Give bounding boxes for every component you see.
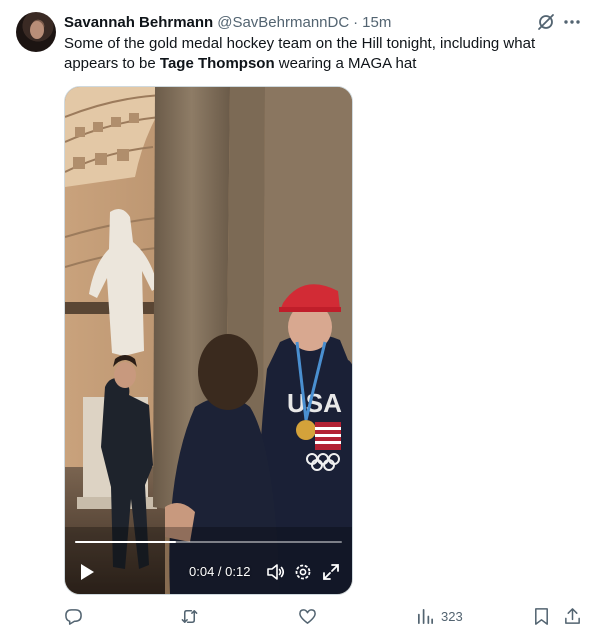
tweet-action-bar: 323 bbox=[0, 604, 598, 630]
avatar-face bbox=[30, 21, 44, 39]
video-time-readout: 0:04 / 0:12 bbox=[189, 564, 251, 579]
views-count: 323 bbox=[441, 608, 463, 624]
separator-dot: · bbox=[353, 13, 359, 31]
retweet-icon bbox=[181, 609, 198, 623]
retweet-button[interactable] bbox=[180, 604, 199, 628]
tweet-timestamp[interactable]: 15m bbox=[362, 14, 391, 31]
grok-icon[interactable] bbox=[536, 12, 556, 32]
bookmark-button[interactable] bbox=[532, 604, 551, 628]
like-button[interactable] bbox=[298, 604, 317, 628]
settings-icon[interactable] bbox=[293, 562, 313, 582]
author-avatar[interactable] bbox=[16, 12, 56, 52]
author-name[interactable]: Savannah Behrmann bbox=[64, 14, 213, 31]
views-icon bbox=[417, 608, 434, 624]
volume-icon[interactable] bbox=[265, 562, 285, 582]
tweet-header: Savannah Behrmann @SavBehrmannDC · 15m bbox=[64, 12, 391, 32]
tweet-text-bold-name[interactable]: Tage Thompson bbox=[160, 55, 275, 72]
more-options-icon[interactable] bbox=[562, 12, 582, 32]
play-icon[interactable] bbox=[79, 563, 95, 581]
views-button[interactable]: 323 bbox=[416, 604, 463, 628]
video-frame: USA bbox=[65, 87, 352, 594]
fullscreen-icon[interactable] bbox=[321, 562, 341, 582]
reply-icon bbox=[65, 608, 82, 625]
bookmark-icon bbox=[535, 607, 548, 625]
like-icon bbox=[299, 608, 316, 624]
tweet-text: Some of the gold medal hockey team on th… bbox=[64, 34, 574, 74]
share-button[interactable] bbox=[563, 604, 582, 628]
video-progress-bar[interactable] bbox=[75, 541, 342, 543]
tweet-text-part2: wearing a MAGA hat bbox=[274, 55, 417, 72]
share-icon bbox=[565, 607, 580, 624]
svg-text:USA: USA bbox=[287, 388, 342, 418]
author-handle[interactable]: @SavBehrmannDC bbox=[217, 14, 349, 31]
video-player[interactable]: USA 0:04 / 0:12 bbox=[64, 86, 353, 595]
reply-button[interactable] bbox=[64, 604, 83, 628]
video-progress-fill bbox=[75, 541, 177, 543]
